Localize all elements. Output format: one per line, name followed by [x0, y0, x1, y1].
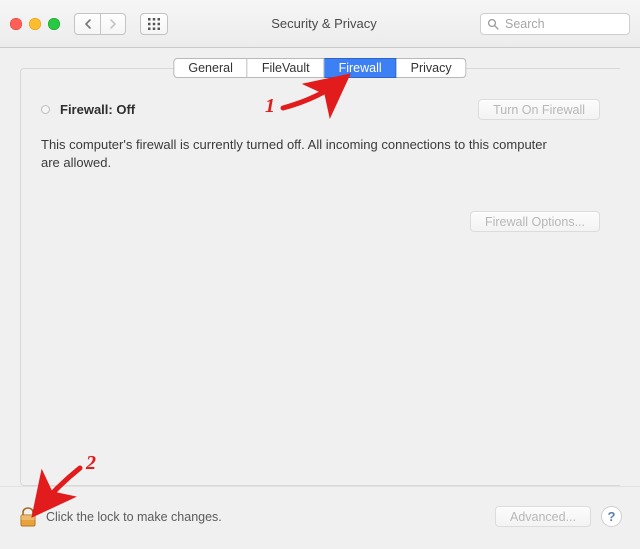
firewall-status-label: Firewall: Off [60, 102, 135, 117]
nav-buttons [74, 13, 126, 35]
firewall-description: This computer's firewall is currently tu… [41, 136, 561, 171]
grid-icon [147, 17, 161, 31]
titlebar: Security & Privacy [0, 0, 640, 48]
window-title: Security & Privacy [176, 16, 472, 31]
search-icon [487, 18, 499, 30]
firewall-status-indicator [41, 105, 50, 114]
zoom-window-button[interactable] [48, 18, 60, 30]
close-window-button[interactable] [10, 18, 22, 30]
bottom-bar: Click the lock to make changes. Advanced… [0, 486, 640, 546]
tab-bar: General FileVault Firewall Privacy [173, 58, 466, 78]
firewall-options-button[interactable]: Firewall Options... [470, 211, 600, 232]
minimize-window-button[interactable] [29, 18, 41, 30]
firewall-panel: Firewall: Off Turn On Firewall This comp… [20, 68, 620, 486]
chevron-right-icon [109, 19, 117, 29]
content-area: Firewall: Off Turn On Firewall This comp… [0, 48, 640, 546]
turn-on-firewall-button[interactable]: Turn On Firewall [478, 99, 600, 120]
show-all-button[interactable] [140, 13, 168, 35]
lock-message: Click the lock to make changes. [46, 510, 222, 524]
tab-privacy[interactable]: Privacy [397, 58, 467, 78]
search-input[interactable] [503, 16, 623, 32]
tab-general[interactable]: General [173, 58, 247, 78]
tab-firewall[interactable]: Firewall [325, 58, 397, 78]
back-button[interactable] [74, 13, 100, 35]
window-controls [10, 18, 60, 30]
tab-filevault[interactable]: FileVault [248, 58, 325, 78]
forward-button[interactable] [100, 13, 126, 35]
advanced-button[interactable]: Advanced... [495, 506, 591, 527]
help-button[interactable]: ? [601, 506, 622, 527]
chevron-left-icon [84, 19, 92, 29]
search-field[interactable] [480, 13, 630, 35]
lock-icon[interactable] [18, 506, 38, 528]
